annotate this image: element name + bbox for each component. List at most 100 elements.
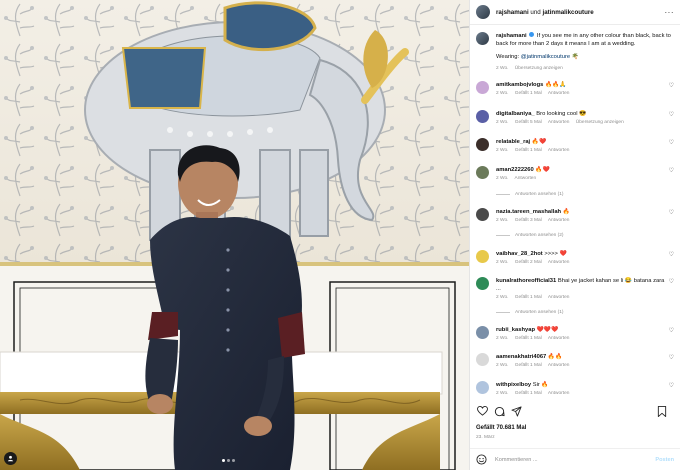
comment-username[interactable]: digitalbaniya_ <box>496 111 535 117</box>
comments-feed[interactable]: rajshamani If you see me in any other co… <box>470 26 680 400</box>
avatar[interactable] <box>476 381 489 394</box>
author-name[interactable]: rajshamani <box>496 9 529 16</box>
comment-username[interactable]: rubii_kashyap <box>496 327 535 333</box>
comment-text: 🔥 <box>562 209 570 215</box>
avatar[interactable] <box>476 5 490 19</box>
reply-button[interactable]: Antworten <box>548 363 570 368</box>
view-replies-button[interactable]: Antworten ansehen (1) <box>496 310 564 315</box>
comment-username[interactable]: withpixelboy <box>496 382 531 388</box>
photo-illustration <box>0 0 469 470</box>
reply-button[interactable]: Antworten <box>548 218 570 223</box>
avatar[interactable] <box>476 277 489 290</box>
view-replies-button[interactable]: Antworten ansehen (1) <box>496 192 564 197</box>
comment-text: 🔥❤️ <box>535 167 550 173</box>
comment-likes[interactable]: Gefällt 3 Mal <box>515 218 542 223</box>
avatar[interactable] <box>476 110 489 123</box>
carousel-dot[interactable] <box>227 459 230 462</box>
comment-time[interactable]: 2 Wo. <box>496 391 508 396</box>
comment-time[interactable]: 2 Wo. <box>496 260 508 265</box>
reply-button[interactable]: Antworten <box>548 120 570 125</box>
reply-button[interactable]: Antworten <box>548 148 570 153</box>
comment-like-heart-icon[interactable]: ♡ <box>667 278 674 285</box>
wearing-label: Wearing: <box>496 53 520 60</box>
caption-time[interactable]: 2 Wo. <box>496 66 508 71</box>
carousel-dots[interactable] <box>222 459 235 462</box>
view-replies-label[interactable]: Antworten ansehen (1) <box>515 310 564 315</box>
reply-button[interactable]: Antworten <box>548 91 570 96</box>
comment-item: rubii_kashyap ❤️❤️❤️ 2 Wo. Gefällt 1 Mal… <box>470 326 680 343</box>
comment-like-heart-icon[interactable]: ♡ <box>667 382 674 389</box>
post-date[interactable]: 23. März <box>476 435 495 440</box>
comment-username[interactable]: nazia.tareen_mashallah <box>496 209 561 215</box>
user-tag-icon[interactable] <box>4 452 17 465</box>
comment-likes[interactable]: Gefällt 1 Mal <box>515 363 542 368</box>
comment-like-heart-icon[interactable]: ♡ <box>667 354 674 361</box>
comment-like-heart-icon[interactable]: ♡ <box>667 82 674 89</box>
reply-button[interactable]: Antworten <box>548 295 570 300</box>
view-replies-label[interactable]: Antworten ansehen (1) <box>515 192 564 197</box>
comment-likes[interactable]: Gefällt 1 Mal <box>515 295 542 300</box>
comment-time[interactable]: 2 Wo. <box>496 176 508 181</box>
carousel-dot[interactable] <box>222 459 225 462</box>
avatar[interactable] <box>476 208 489 221</box>
comment-likes[interactable]: Gefällt 1 Mal <box>515 336 542 341</box>
comment-text: 🔥❤️ <box>531 139 547 145</box>
comment-like-heart-icon[interactable]: ♡ <box>667 167 674 174</box>
comment-time[interactable]: 2 Wo. <box>496 120 508 125</box>
wearing-handle-link[interactable]: @jatinmalikcouture <box>521 54 570 60</box>
reply-button[interactable]: Antworten <box>548 260 570 265</box>
share-icon[interactable] <box>510 405 523 417</box>
post-photo[interactable] <box>0 0 469 470</box>
comment-input[interactable]: Kommentieren ... <box>495 457 655 463</box>
comment-time[interactable]: 2 Wo. <box>496 218 508 223</box>
comment-likes[interactable]: Gefällt 5 Mal <box>515 120 542 125</box>
comment-username[interactable]: aamenakhatri4067 <box>496 354 546 360</box>
avatar[interactable] <box>476 326 489 339</box>
post-comment-button[interactable]: Posten <box>655 457 674 463</box>
comment-username[interactable]: kunalrathoreofficial31 <box>496 278 556 284</box>
comment-time[interactable]: 2 Wo. <box>496 336 508 341</box>
comment-likes[interactable]: Gefällt 1 Mal <box>515 148 542 153</box>
comment-likes[interactable]: Gefällt 2 Mal <box>515 260 542 265</box>
bookmark-icon[interactable] <box>655 405 668 417</box>
reply-button[interactable]: Antworten <box>548 336 570 341</box>
emoji-icon[interactable] <box>476 454 487 465</box>
view-replies-label[interactable]: Antworten ansehen (2) <box>515 233 564 238</box>
comment-likes[interactable]: Gefällt 1 Mal <box>515 391 542 396</box>
avatar[interactable] <box>476 353 489 366</box>
comment-text: ❤️❤️❤️ <box>536 327 559 333</box>
heart-icon[interactable] <box>476 405 489 417</box>
avatar[interactable] <box>476 32 489 45</box>
comment-time[interactable]: 2 Wo. <box>496 148 508 153</box>
post-authors[interactable]: rajshamani und jatinmalikcouture <box>496 9 665 16</box>
coauthor-name[interactable]: jatinmalikcouture <box>542 9 593 16</box>
comment-likes[interactable]: Gefällt 1 Mal <box>515 91 542 96</box>
more-options-icon[interactable]: ··· <box>665 8 675 17</box>
avatar[interactable] <box>476 138 489 151</box>
comment-username[interactable]: relatable_raj <box>496 139 530 145</box>
caption-username[interactable]: rajshamani <box>496 33 527 39</box>
reply-button[interactable]: Antworten <box>515 176 537 181</box>
translate-link[interactable]: Übersetzung anzeigen <box>576 120 624 125</box>
translate-link[interactable]: Übersetzung anzeigen <box>515 66 563 71</box>
avatar[interactable] <box>476 166 489 179</box>
avatar[interactable] <box>476 81 489 94</box>
comment-username[interactable]: aman2222260 <box>496 167 534 173</box>
avatar[interactable] <box>476 250 489 263</box>
comment-username[interactable]: amitkambojvlogs <box>496 82 543 88</box>
comment-like-heart-icon[interactable]: ♡ <box>667 209 674 216</box>
comment-time[interactable]: 2 Wo. <box>496 295 508 300</box>
comment-icon[interactable] <box>493 405 506 417</box>
comment-item: amitkambojvlogs 🔥🔥🙏 2 Wo. Gefällt 1 Mal … <box>470 81 680 98</box>
comment-username[interactable]: vaibhav_28_2hot <box>496 251 543 257</box>
carousel-dot[interactable] <box>232 459 235 462</box>
comment-like-heart-icon[interactable]: ♡ <box>667 139 674 146</box>
view-replies-button[interactable]: Antworten ansehen (2) <box>496 233 564 238</box>
comment-like-heart-icon[interactable]: ♡ <box>667 251 674 258</box>
comment-time[interactable]: 2 Wo. <box>496 363 508 368</box>
reply-button[interactable]: Antworten <box>548 391 570 396</box>
comment-like-heart-icon[interactable]: ♡ <box>667 327 674 334</box>
likes-count[interactable]: Gefällt 70.681 Mal <box>476 425 526 431</box>
comment-time[interactable]: 2 Wo. <box>496 91 508 96</box>
comment-like-heart-icon[interactable]: ♡ <box>667 111 674 118</box>
